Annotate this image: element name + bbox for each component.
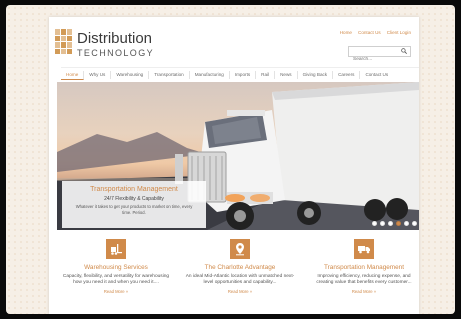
slider-dot[interactable] bbox=[372, 221, 377, 226]
feature-title[interactable]: Transportation Management bbox=[309, 264, 419, 271]
browser-frame: Distribution TECHNOLOGY Home Contact Us … bbox=[6, 5, 455, 314]
read-more-link[interactable]: Read More » bbox=[185, 289, 295, 294]
toplink-home[interactable]: Home bbox=[340, 30, 352, 35]
feature-transportation: Transportation Management Improving effi… bbox=[309, 239, 419, 314]
slider-dot[interactable] bbox=[396, 221, 401, 226]
nav-news[interactable]: News bbox=[275, 71, 298, 79]
nav-warehousing[interactable]: Warehousing bbox=[111, 71, 150, 79]
nav-transportation[interactable]: Transportation bbox=[149, 71, 190, 79]
map-pin-icon bbox=[230, 239, 250, 259]
forklift-icon bbox=[106, 239, 126, 259]
feature-text: Improving efficiency, reducing expense, … bbox=[316, 274, 412, 286]
hero-title: Transportation Management bbox=[90, 186, 178, 193]
website: Distribution TECHNOLOGY Home Contact Us … bbox=[49, 17, 419, 314]
feature-warehousing: Warehousing Services Capacity, flexibili… bbox=[61, 239, 171, 314]
feature-text: An ideal Mid-Atlantic location with unma… bbox=[185, 274, 295, 286]
read-more-link[interactable]: Read More » bbox=[61, 289, 171, 294]
nav-rail[interactable]: Rail bbox=[256, 71, 276, 79]
toplink-contact[interactable]: Contact Us bbox=[358, 30, 381, 35]
nav-imports[interactable]: Imports bbox=[230, 71, 257, 79]
search-input[interactable] bbox=[349, 55, 401, 64]
read-more-link[interactable]: Read More » bbox=[309, 289, 419, 294]
nav-manufacturing[interactable]: Manufacturing bbox=[190, 71, 230, 79]
hero-subtitle: 24/7 Flexibility & Capability bbox=[104, 196, 164, 202]
logo-name: Distribution bbox=[77, 30, 153, 47]
search-box bbox=[348, 46, 411, 64]
nav-home[interactable]: Home bbox=[61, 70, 85, 80]
feature-title[interactable]: The Charlotte Advantage bbox=[185, 264, 295, 271]
main-nav: Home Why Us Warehousing Transportation M… bbox=[61, 67, 419, 83]
slider-dot[interactable] bbox=[412, 221, 417, 226]
feature-charlotte: The Charlotte Advantage An ideal Mid-Atl… bbox=[185, 239, 295, 314]
slider-dot[interactable] bbox=[388, 221, 393, 226]
logo-subtitle: TECHNOLOGY bbox=[77, 48, 155, 58]
truck-icon bbox=[354, 239, 374, 259]
feature-title[interactable]: Warehousing Services bbox=[61, 264, 171, 271]
slider-dot[interactable] bbox=[380, 221, 385, 226]
hero-slider[interactable]: Transportation Management 24/7 Flexibili… bbox=[57, 82, 419, 230]
nav-contact-us[interactable]: Contact Us bbox=[360, 71, 393, 79]
logo-mark-icon bbox=[55, 29, 72, 54]
hero-body: Whatever it takes to get your products t… bbox=[75, 204, 193, 215]
top-links: Home Contact Us Client Login bbox=[340, 30, 411, 35]
slider-dot[interactable] bbox=[404, 221, 409, 226]
features-row: Warehousing Services Capacity, flexibili… bbox=[61, 239, 419, 314]
toplink-client-login[interactable]: Client Login bbox=[387, 30, 411, 35]
search-icon[interactable] bbox=[401, 48, 407, 54]
feature-text: Capacity, flexibility, and versatility f… bbox=[62, 274, 170, 286]
logo[interactable]: Distribution TECHNOLOGY bbox=[55, 29, 185, 63]
slider-dots bbox=[372, 221, 419, 226]
nav-why-us[interactable]: Why Us bbox=[84, 71, 112, 79]
hero-caption: Transportation Management 24/7 Flexibili… bbox=[62, 181, 206, 228]
nav-giving-back[interactable]: Giving Back bbox=[298, 71, 334, 79]
nav-careers[interactable]: Careers bbox=[333, 71, 361, 79]
